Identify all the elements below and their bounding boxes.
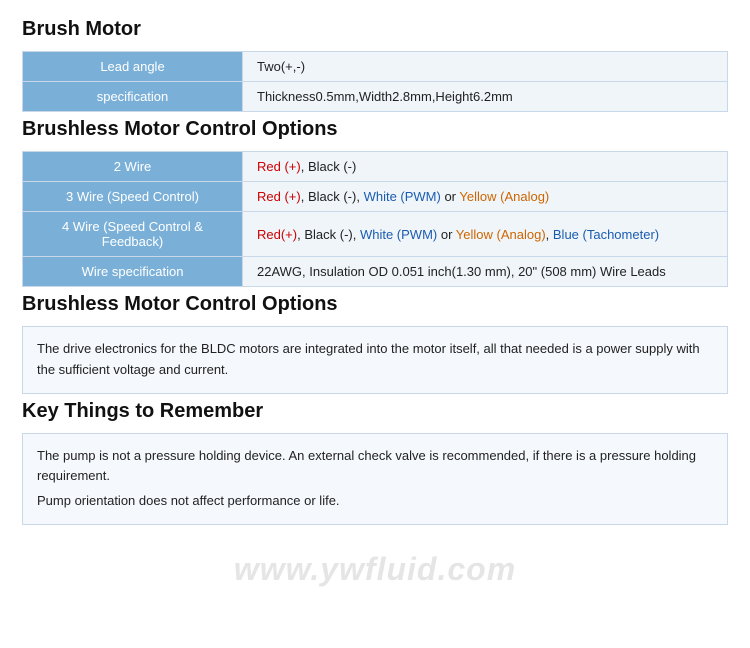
brushless-desc-title: Brushless Motor Control Options — [22, 293, 728, 316]
wire-spec-label: Wire specification — [23, 257, 243, 287]
wire-spec-value: 22AWG, Insulation OD 0.051 inch(1.30 mm)… — [243, 257, 728, 287]
brushless-description-box: The drive electronics for the BLDC motor… — [22, 326, 728, 394]
brushless-options-section: Brushless Motor Control Options 2 Wire R… — [22, 118, 728, 287]
watermark: www.ywfluid.com — [234, 551, 516, 588]
red-text: Red (+) — [257, 159, 301, 174]
table-row: 2 Wire Red (+), Black (-) — [23, 152, 728, 182]
red-text: Red(+) — [257, 227, 297, 242]
table-row: 4 Wire (Speed Control & Feedback) Red(+)… — [23, 212, 728, 257]
brush-motor-section: Brush Motor Lead angle Two(+,-) specific… — [22, 18, 728, 112]
table-row: specification Thickness0.5mm,Width2.8mm,… — [23, 82, 728, 112]
specification-label: specification — [23, 82, 243, 112]
table-row: Lead angle Two(+,-) — [23, 52, 728, 82]
key-things-title: Key Things to Remember — [22, 400, 728, 423]
key-things-section: Key Things to Remember The pump is not a… — [22, 400, 728, 525]
lead-angle-value: Two(+,-) — [243, 52, 728, 82]
red-text: Red (+) — [257, 189, 301, 204]
blue-text: White (PWM) — [360, 227, 437, 242]
2wire-label: 2 Wire — [23, 152, 243, 182]
table-row: 3 Wire (Speed Control) Red (+), Black (-… — [23, 182, 728, 212]
key-things-box: The pump is not a pressure holding devic… — [22, 433, 728, 525]
orange-text: Yellow (Analog) — [456, 227, 546, 242]
brushless-options-table: 2 Wire Red (+), Black (-) 3 Wire (Speed … — [22, 151, 728, 287]
2wire-value: Red (+), Black (-) — [243, 152, 728, 182]
brush-motor-table: Lead angle Two(+,-) specification Thickn… — [22, 51, 728, 112]
3wire-value: Red (+), Black (-), White (PWM) or Yello… — [243, 182, 728, 212]
brushless-description-text: The drive electronics for the BLDC motor… — [37, 341, 700, 377]
brushless-description-section: Brushless Motor Control Options The driv… — [22, 293, 728, 394]
4wire-value: Red(+), Black (-), White (PWM) or Yellow… — [243, 212, 728, 257]
table-row: Wire specification 22AWG, Insulation OD … — [23, 257, 728, 287]
key-things-line-1: The pump is not a pressure holding devic… — [37, 446, 713, 488]
3wire-label: 3 Wire (Speed Control) — [23, 182, 243, 212]
orange-text: Yellow (Analog) — [459, 189, 549, 204]
brush-motor-title: Brush Motor — [22, 18, 728, 41]
specification-value: Thickness0.5mm,Width2.8mm,Height6.2mm — [243, 82, 728, 112]
page-container: Brush Motor Lead angle Two(+,-) specific… — [0, 0, 750, 551]
4wire-label: 4 Wire (Speed Control & Feedback) — [23, 212, 243, 257]
blue-text-tach: Blue (Tachometer) — [553, 227, 659, 242]
key-things-line-2: Pump orientation does not affect perform… — [37, 491, 713, 512]
blue-text: White (PWM) — [364, 189, 441, 204]
lead-angle-label: Lead angle — [23, 52, 243, 82]
brushless-options-title: Brushless Motor Control Options — [22, 118, 728, 141]
